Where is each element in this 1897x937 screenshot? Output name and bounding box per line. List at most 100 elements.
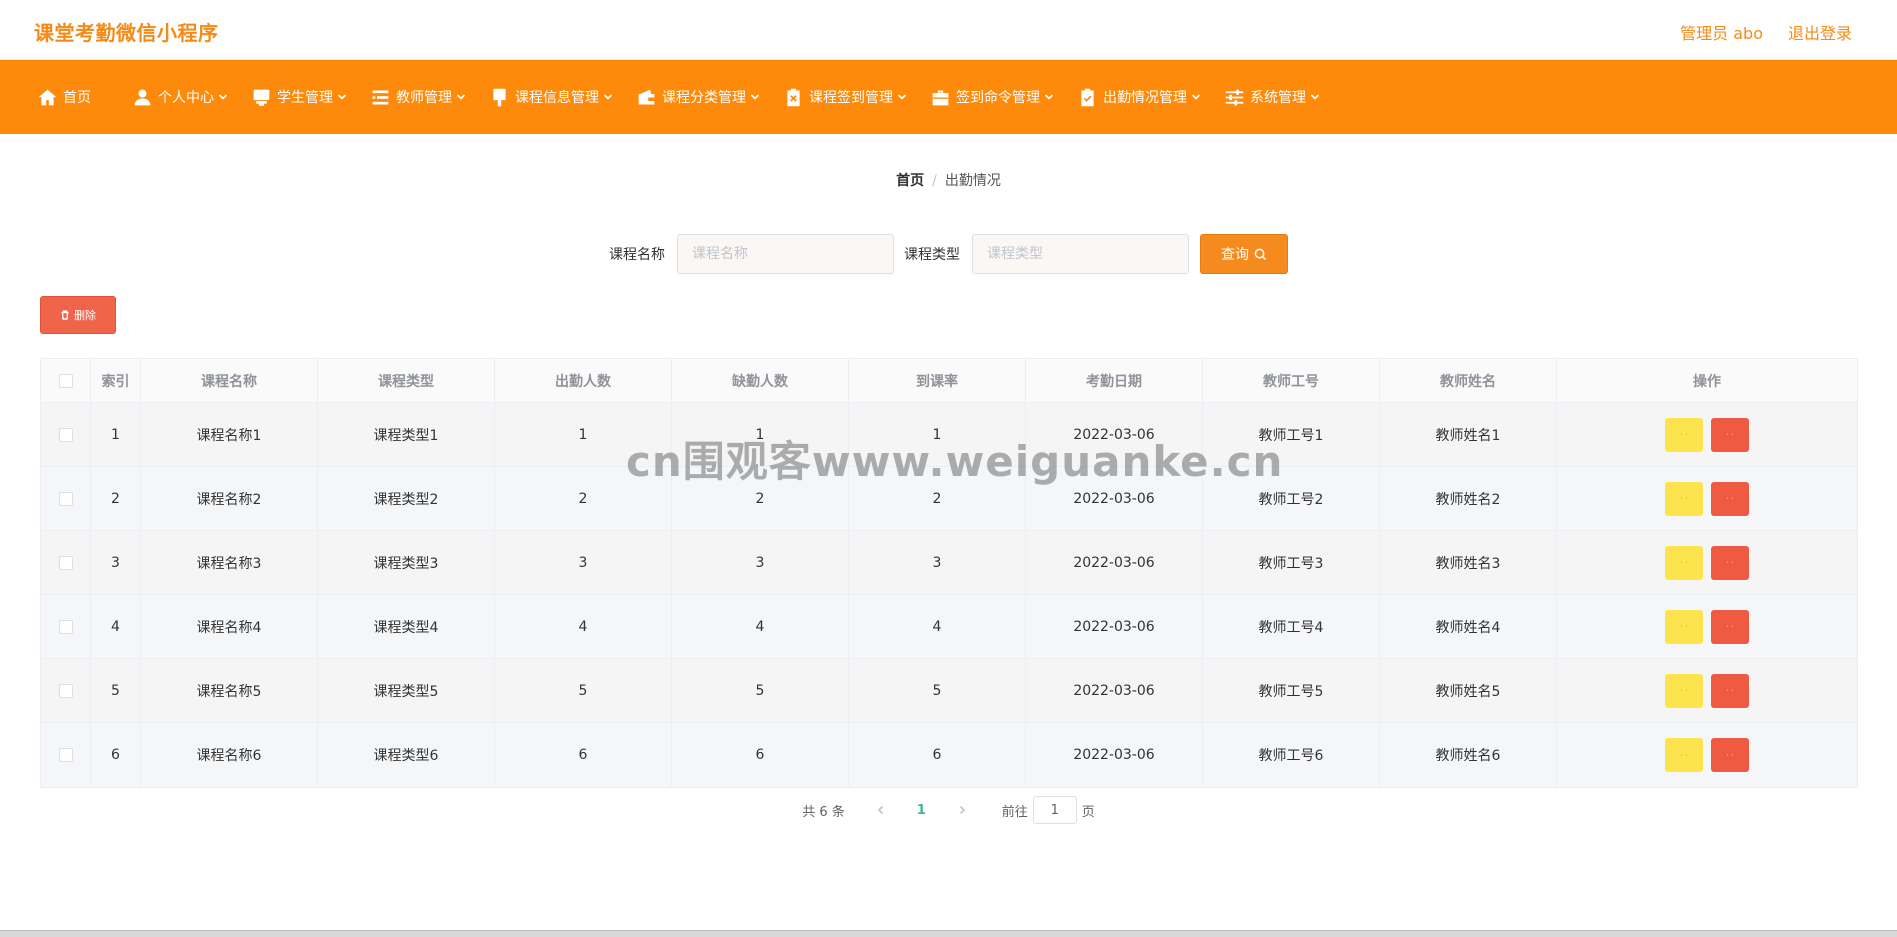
breadcrumb-home[interactable]: 首页 (896, 173, 924, 189)
delete-button[interactable]: 删除 (40, 296, 116, 334)
row-delete-button[interactable]: · · (1711, 417, 1749, 452)
nav-item-3[interactable]: 学生管理 (250, 60, 347, 134)
course-name-input[interactable] (677, 234, 894, 274)
table-cell: 课程名称1 (141, 403, 318, 466)
student-icon (250, 86, 272, 108)
edit-button[interactable]: · · (1665, 481, 1703, 516)
chevron-right-icon (959, 805, 965, 815)
column-header: 课程名称 (141, 359, 318, 402)
breadcrumb-separator: / (932, 173, 937, 189)
table-cell: 3 (672, 531, 849, 594)
nav-item-4[interactable]: 教师管理 (369, 60, 466, 134)
table-cell: 教师姓名2 (1380, 467, 1557, 530)
edit-button[interactable]: · · (1665, 545, 1703, 580)
row-delete-button[interactable]: · · (1711, 481, 1749, 516)
nav-item-2[interactable]: 个人中心 (131, 60, 228, 134)
goto-page-input[interactable] (1032, 796, 1077, 824)
chevron-down-icon (218, 92, 228, 102)
next-page-button[interactable] (950, 798, 974, 822)
row-checkbox[interactable] (58, 748, 73, 762)
table-cell: 2 (91, 467, 141, 530)
nav-item-5[interactable]: 课程信息管理 (488, 60, 613, 134)
table-cell: 课程类型5 (318, 659, 495, 722)
table-row: 3 课程名称3 课程类型3 3 3 3 2022-03-06 教师工号3 教师姓名3 · · · · (41, 531, 1857, 595)
table-cell: 2 (849, 467, 1026, 530)
column-header: 缺勤人数 (672, 359, 849, 402)
row-checkbox-cell (41, 467, 91, 530)
chevron-down-icon (456, 92, 466, 102)
logout-link[interactable]: 退出登录 (1788, 20, 1852, 44)
row-delete-button[interactable]: · · (1711, 609, 1749, 644)
actions-cell: · · · · (1557, 403, 1857, 466)
table-cell: 4 (495, 595, 672, 658)
row-checkbox[interactable] (58, 555, 73, 570)
row-delete-button[interactable]: · · (1711, 673, 1749, 708)
table-cell: 课程名称6 (141, 723, 318, 787)
table-cell: 1 (672, 403, 849, 466)
user-label[interactable]: 管理员 abo (1680, 20, 1763, 44)
column-header: 教师姓名 (1380, 359, 1557, 402)
breadcrumb: 首页 / 出勤情况 (0, 170, 1897, 190)
table-cell: 课程名称2 (141, 467, 318, 530)
nav-item-label: 系统管理 (1250, 90, 1306, 106)
table-cell: 课程类型1 (318, 403, 495, 466)
column-header: 教师工号 (1203, 359, 1380, 402)
brush-icon (488, 86, 510, 108)
nav-item-label: 课程信息管理 (515, 90, 599, 106)
table-cell: 教师姓名6 (1380, 723, 1557, 787)
chevron-down-icon (1191, 92, 1201, 102)
row-delete-button[interactable]: · · (1711, 545, 1749, 580)
table-cell: 3 (495, 531, 672, 594)
course-name-label: 课程名称 (609, 247, 665, 263)
row-checkbox[interactable] (58, 619, 73, 634)
row-checkbox[interactable] (58, 427, 73, 442)
table-cell: 1 (495, 403, 672, 466)
table-cell: 教师工号1 (1203, 403, 1380, 466)
chevron-down-icon (1044, 92, 1054, 102)
edit-button[interactable]: · · (1665, 417, 1703, 452)
nav-item-9[interactable]: 出勤情况管理 (1076, 60, 1201, 134)
table-cell: 课程类型2 (318, 467, 495, 530)
table-cell: 课程类型3 (318, 531, 495, 594)
table-cell: 4 (91, 595, 141, 658)
nav-item-1[interactable]: 首页 (36, 60, 91, 134)
table-cell: 3 (91, 531, 141, 594)
query-button-label: 查询 (1221, 247, 1249, 263)
row-checkbox[interactable] (58, 491, 73, 506)
nav-item-6[interactable]: 课程分类管理 (635, 60, 760, 134)
user-area: 管理员 abo 退出登录 (1680, 20, 1852, 44)
query-button[interactable]: 查询 (1200, 234, 1288, 274)
nav-item-label: 首页 (63, 90, 91, 106)
table-cell: 6 (849, 723, 1026, 787)
prev-page-button[interactable] (869, 798, 893, 822)
window-bottom-edge (0, 930, 1897, 937)
pagination-total: 共 6 条 (802, 804, 845, 820)
table-row: 4 课程名称4 课程类型4 4 4 4 2022-03-06 教师工号4 教师姓名4 · · · · (41, 595, 1857, 659)
table-cell: 课程名称5 (141, 659, 318, 722)
row-delete-button[interactable]: · · (1711, 738, 1749, 772)
course-type-label: 课程类型 (904, 247, 960, 263)
course-type-input[interactable] (972, 234, 1189, 274)
delete-button-label: 删除 (74, 309, 96, 322)
table-cell: 4 (672, 595, 849, 658)
nav-item-7[interactable]: 课程签到管理 (782, 60, 907, 134)
table-cell: 2022-03-06 (1026, 403, 1203, 466)
select-all-checkbox[interactable] (58, 373, 73, 388)
nav-item-label: 课程签到管理 (809, 90, 893, 106)
nav-item-8[interactable]: 签到命令管理 (929, 60, 1054, 134)
row-checkbox-cell (41, 403, 91, 466)
table-cell: 2022-03-06 (1026, 531, 1203, 594)
table-cell: 2022-03-06 (1026, 467, 1203, 530)
row-checkbox[interactable] (58, 683, 73, 698)
chevron-down-icon (603, 92, 613, 102)
table-cell: 课程类型6 (318, 723, 495, 787)
table-cell: 课程名称4 (141, 595, 318, 658)
sliders-icon (1223, 86, 1245, 108)
edit-button[interactable]: · · (1665, 673, 1703, 708)
nav-item-10[interactable]: 系统管理 (1223, 60, 1320, 134)
app-title: 课堂考勤微信小程序 (34, 21, 219, 45)
page-number-current[interactable]: 1 (917, 803, 926, 818)
edit-button[interactable]: · · (1665, 738, 1703, 772)
table-row: 5 课程名称5 课程类型5 5 5 5 2022-03-06 教师工号5 教师姓名5 · · · · (41, 659, 1857, 723)
edit-button[interactable]: · · (1665, 609, 1703, 644)
